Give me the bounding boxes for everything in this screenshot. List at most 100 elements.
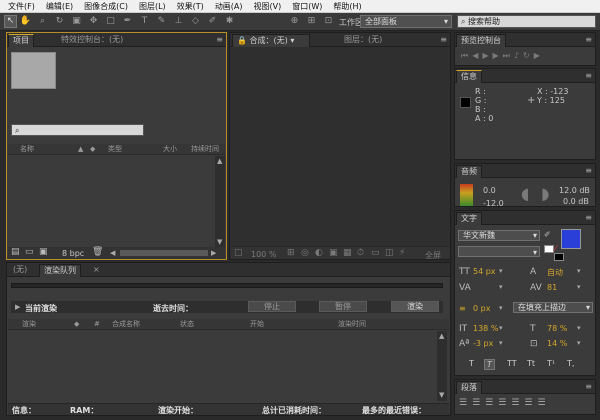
fast-preview-icon[interactable]: ⚡: [399, 248, 405, 258]
audio-slider-icon[interactable]: ◖: [521, 184, 529, 203]
font-family-select[interactable]: 华文新魏 ▾: [458, 230, 540, 241]
new-folder-icon[interactable]: ▭: [25, 247, 34, 257]
col-render[interactable]: 渲染: [22, 319, 36, 329]
tsume-value[interactable]: 14 %: [547, 339, 567, 348]
chevron-down-icon[interactable]: ▾: [499, 324, 503, 332]
chevron-down-icon[interactable]: ▾: [577, 283, 581, 291]
next-frame-icon[interactable]: ▶: [493, 51, 503, 60]
tracking-value[interactable]: 81: [547, 283, 557, 292]
axis-world-icon[interactable]: ⊞: [305, 15, 318, 28]
panel-menu-icon[interactable]: ≡: [585, 71, 592, 80]
tab-paragraph[interactable]: 段落: [456, 381, 482, 394]
menu-view[interactable]: 视图(V): [254, 1, 282, 12]
color-depth[interactable]: 8 bpc: [62, 249, 84, 258]
project-hscrollbar[interactable]: [120, 250, 208, 256]
col-name[interactable]: 名称: [20, 144, 34, 154]
menu-file[interactable]: 文件(F): [8, 1, 35, 12]
last-frame-icon[interactable]: ⏭: [503, 51, 514, 60]
faux-bold-button[interactable]: T: [469, 359, 474, 368]
scroll-up-icon[interactable]: ▲: [439, 332, 444, 340]
tab-project[interactable]: 项目: [8, 34, 34, 47]
camera-icon[interactable]: ▭: [371, 248, 380, 258]
default-black-swatch[interactable]: [554, 253, 564, 261]
panel-menu-icon[interactable]: ≡: [585, 166, 592, 175]
tab-audio[interactable]: 音频: [456, 165, 482, 178]
panel-menu-icon[interactable]: ≡: [585, 213, 592, 222]
brush-tool-icon[interactable]: ✎: [155, 15, 168, 28]
chevron-down-icon[interactable]: ▾: [499, 267, 503, 275]
camera-tool-icon[interactable]: ▣: [70, 15, 83, 28]
render-button[interactable]: 渲染: [391, 301, 439, 312]
justify-left-icon[interactable]: ☰: [498, 398, 511, 408]
stroke-mode-select[interactable]: 在填充上描边 ▾: [513, 302, 593, 313]
no-color-icon[interactable]: ⁄: [555, 244, 556, 253]
vertical-scale-value[interactable]: 138 %: [473, 324, 498, 333]
puppet-tool-icon[interactable]: ✱: [223, 15, 236, 28]
faux-italic-button[interactable]: T: [484, 359, 495, 370]
mask-tool-icon[interactable]: □: [104, 15, 117, 28]
col-comp-name[interactable]: 合成名称: [112, 319, 140, 329]
project-search-input[interactable]: ⌕: [11, 124, 144, 136]
type-tool-icon[interactable]: T: [138, 15, 151, 28]
all-caps-button[interactable]: TT: [507, 359, 517, 368]
chevron-down-icon[interactable]: ▾: [499, 339, 503, 347]
justify-right-icon[interactable]: ☰: [524, 398, 537, 408]
superscript-button[interactable]: T¹: [547, 359, 555, 368]
col-type[interactable]: 类型: [108, 144, 122, 154]
timecode-icon[interactable]: ⏱: [357, 248, 364, 258]
col-size[interactable]: 大小: [163, 144, 177, 154]
menu-help[interactable]: 帮助(H): [333, 1, 361, 12]
first-frame-icon[interactable]: ⏮: [461, 51, 472, 60]
show-channel-icon[interactable]: ◐: [315, 248, 323, 258]
stop-button[interactable]: 停止: [248, 301, 296, 312]
font-size-value[interactable]: 54 px: [473, 267, 496, 276]
chevron-down-icon[interactable]: ▾: [499, 283, 503, 291]
pen-tool-icon[interactable]: ✒: [121, 15, 134, 28]
chevron-down-icon[interactable]: ▾: [577, 339, 581, 347]
menu-effect[interactable]: 效果(T): [177, 1, 204, 12]
menu-layer[interactable]: 图层(L): [139, 1, 166, 12]
menu-animation[interactable]: 动画(A): [215, 1, 243, 12]
justify-center-icon[interactable]: ☰: [511, 398, 524, 408]
close-icon[interactable]: ×: [93, 265, 100, 274]
panel-menu-icon[interactable]: ≡: [585, 382, 592, 391]
interpret-footage-icon[interactable]: ▤: [11, 247, 20, 257]
tab-render-queue[interactable]: 渲染队列: [39, 264, 81, 277]
ram-preview-icon[interactable]: ▶: [534, 51, 544, 60]
loop-icon[interactable]: ↻: [523, 51, 534, 60]
audio-slider-icon[interactable]: ◗: [541, 184, 549, 203]
panel-menu-icon[interactable]: ≡: [216, 35, 223, 44]
rotate-tool-icon[interactable]: ↻: [53, 15, 66, 28]
align-left-icon[interactable]: ☰: [459, 398, 472, 408]
chevron-down-icon[interactable]: ▾: [577, 324, 581, 332]
font-style-select[interactable]: ▾: [458, 246, 540, 257]
tab-preview[interactable]: 预览控制台: [456, 34, 506, 47]
menu-edit[interactable]: 编辑(E): [46, 1, 73, 12]
col-start[interactable]: 开始: [250, 319, 264, 329]
pause-button[interactable]: 暂停: [319, 301, 367, 312]
workspace-select[interactable]: 全部面板 ▾: [360, 15, 452, 28]
sort-up-icon[interactable]: ▲: [78, 144, 83, 154]
scroll-right-icon[interactable]: ▶: [211, 249, 216, 257]
chevron-down-icon[interactable]: ▾: [499, 304, 503, 312]
preview-toggle-icon[interactable]: ▢: [234, 248, 243, 258]
tab-timeline-none[interactable]: (无): [9, 264, 31, 277]
magnification-select[interactable]: 100 %: [251, 250, 276, 259]
menu-window[interactable]: 窗口(W): [292, 1, 322, 12]
region-icon[interactable]: ▣: [329, 248, 338, 258]
tab-effect-controls[interactable]: 特效控制台：(无): [57, 34, 127, 47]
panel-menu-icon[interactable]: ≡: [585, 35, 592, 44]
label-tag-icon[interactable]: ◆: [90, 144, 95, 154]
axis-local-icon[interactable]: ⊕: [288, 15, 301, 28]
baseline-shift-value[interactable]: -3 px: [473, 339, 493, 348]
menu-composition[interactable]: 图像合成(C): [84, 1, 128, 12]
tab-layer[interactable]: 图层：(无): [340, 34, 386, 47]
prev-frame-icon[interactable]: ◀: [472, 51, 482, 60]
panel-menu-icon[interactable]: ≡: [440, 35, 447, 44]
audio-toggle-icon[interactable]: ♪: [514, 51, 523, 60]
tab-info[interactable]: 信息: [456, 70, 482, 83]
snapshot-icon[interactable]: ◎: [301, 248, 309, 258]
help-search-field[interactable]: ⌕ 搜索帮助: [457, 15, 596, 28]
expand-triangle-icon[interactable]: ▶: [15, 303, 20, 311]
new-composition-icon[interactable]: ▣: [39, 247, 48, 257]
